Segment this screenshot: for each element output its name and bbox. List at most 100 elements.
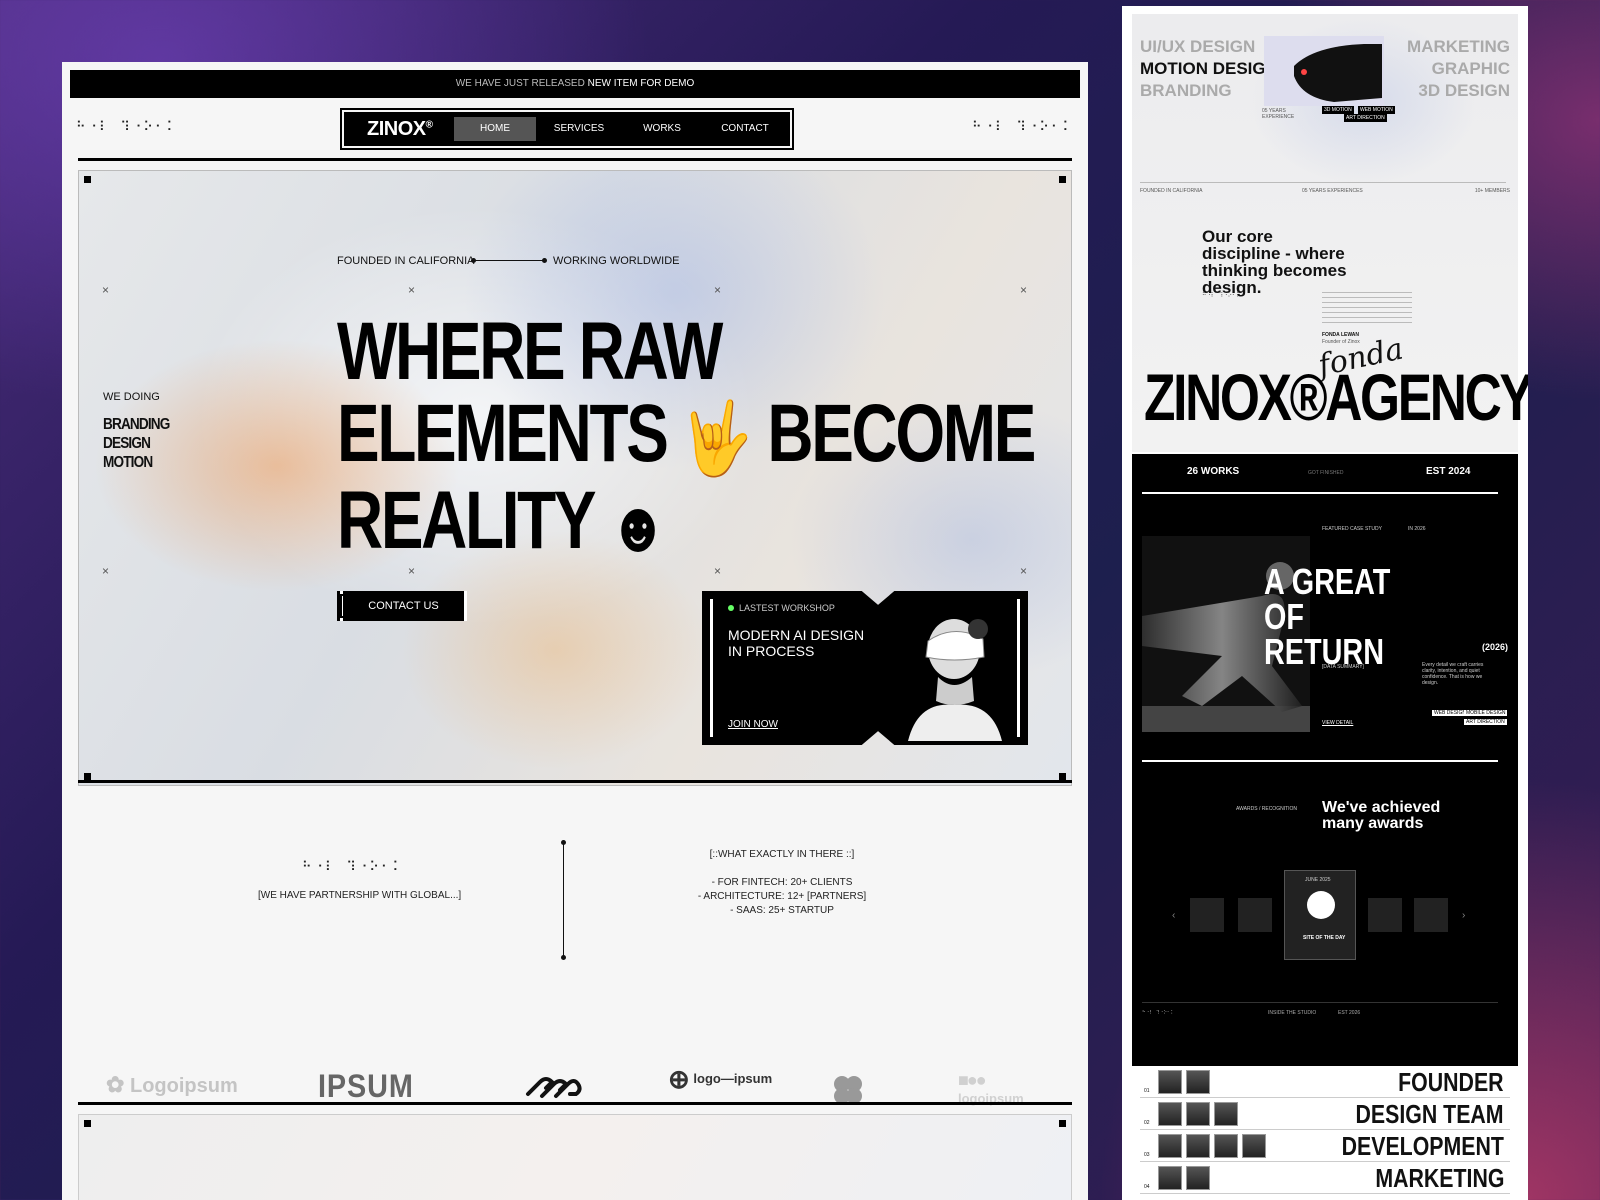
team-member-avatar[interactable] (1214, 1102, 1238, 1126)
announcement-link[interactable]: NEW ITEM FOR DEMO (588, 78, 695, 89)
top-navigation: ZINOX® HOME SERVICES WORKS CONTACT (340, 108, 794, 150)
partner-logo-3: ⊕ logo—ipsum (668, 1064, 773, 1095)
squares-icon: ■●● (958, 1070, 987, 1090)
we-doing-list: BRANDING DESIGN MOTION (103, 415, 170, 472)
nav-services[interactable]: SERVICES (544, 117, 614, 141)
award-name: SITE OF THE DAY (1303, 935, 1346, 941)
chip-web-motion: WEB MOTION (1358, 106, 1395, 114)
next-section (78, 1114, 1072, 1200)
case-title: A GREAT OF RETURN (1264, 561, 1391, 672)
team-row[interactable]: 03 DEVELOPMENT (1140, 1130, 1510, 1162)
award-thumb[interactable] (1414, 898, 1448, 932)
team-row-label: DESIGN TEAM (1355, 1099, 1504, 1129)
corner-mark (84, 176, 91, 183)
team-member-avatar[interactable] (1158, 1166, 1182, 1190)
divider (78, 1102, 1072, 1105)
team-row-number: 03 (1144, 1152, 1150, 1158)
team-member-avatar[interactable] (1214, 1134, 1238, 1158)
team-member-avatar[interactable] (1186, 1134, 1210, 1158)
team-row-number: 01 (1144, 1088, 1150, 1094)
view-detail-link[interactable]: VIEW DETAIL (1322, 720, 1353, 726)
meta-members: 10+ MEMBERS (1474, 188, 1510, 194)
founded-label: FOUNDED IN CALIFORNIA (337, 255, 475, 267)
braille-code: ⠓⠐⠇ ⠹⠐⠕⠂⠅ (1142, 1010, 1175, 1016)
award-date: JUNE 2025 (1305, 877, 1331, 883)
what-exactly-block: [::WHAT EXACTLY IN THERE ::] - FOR FINTE… (662, 848, 902, 918)
carousel-next-icon[interactable]: › (1462, 910, 1465, 921)
chip-3d-motion: 3D MOTION (1322, 106, 1354, 114)
team-member-avatar[interactable] (1186, 1070, 1210, 1094)
headline-line-3: REALITY (337, 475, 595, 567)
nav-contact[interactable]: CONTACT (709, 117, 781, 141)
connector-line (471, 258, 547, 263)
divider (78, 780, 1072, 783)
workshop-card[interactable]: LASTEST WORKSHOP MODERN AI DESIGN IN PRO… (702, 591, 1028, 745)
carousel-prev-icon[interactable]: ‹ (1172, 910, 1175, 921)
award-thumb[interactable] (1190, 898, 1224, 932)
divider (1142, 1002, 1498, 1003)
team-member-avatar[interactable] (1158, 1102, 1182, 1126)
partnership-text: [WE HAVE PARTNERSHIP WITH GLOBAL...] (258, 890, 462, 901)
corner-mark (1059, 176, 1066, 183)
skill-3d: 3D DESIGN (1418, 81, 1510, 100)
divider (1142, 492, 1498, 494)
skill-marketing: MARKETING (1407, 37, 1510, 56)
works-count: 26 WORKS (1187, 466, 1240, 477)
award-card-active[interactable]: JUNE 2025 SITE OF THE DAY (1284, 870, 1356, 960)
smiley-icon: ☻ (608, 486, 668, 567)
cross-mark: × (102, 283, 110, 297)
team-member-avatar[interactable] (1158, 1070, 1182, 1094)
team-member-avatar[interactable] (1186, 1166, 1210, 1190)
announcement-bar[interactable]: WE HAVE JUST RELEASED NEW ITEM FOR DEMO (70, 70, 1080, 98)
meta-years: 05 YEARS EXPERIENCES (1302, 188, 1363, 194)
team-row[interactable]: 02 DESIGN TEAM (1140, 1098, 1510, 1130)
core-discipline-text: Our core discipline - where thinking bec… (1202, 227, 1347, 297)
corner-mark (84, 773, 91, 780)
award-thumb[interactable] (1368, 898, 1402, 932)
body-text-placeholder (1322, 292, 1412, 326)
skill-branding: BRANDING (1140, 81, 1232, 100)
award-thumb[interactable] (1238, 898, 1272, 932)
agency-wordmark: ZINOX®AGENCY (1144, 360, 1528, 434)
years-label: 05 YEARS EXPERIENCE (1262, 108, 1295, 120)
stat-saas: - SAAS: 25+ STARTUP (730, 905, 834, 916)
vertical-divider (561, 840, 566, 960)
camera-device-image (1264, 36, 1384, 106)
awards-tag: AWARDS / RECOGNITION (1236, 806, 1298, 812)
team-member-avatar[interactable] (1158, 1134, 1182, 1158)
contact-us-button[interactable]: CONTACT US (337, 591, 467, 621)
team-section-preview: 01 FOUNDER 02 DESIGN TEAM 03 DEVELOPMENT 04 MAR… (1140, 1066, 1510, 1200)
divider (78, 158, 1072, 161)
meta-founded: FOUNDED IN CALIFORNIA (1140, 188, 1203, 194)
skill-uiux: UI/UX DESIGN (1140, 37, 1256, 56)
team-member-avatar[interactable] (1186, 1102, 1210, 1126)
brand-logo[interactable]: ZINOX® (367, 118, 433, 141)
cross-mark: × (408, 283, 416, 297)
headline-line-2b: BECOME (767, 388, 1036, 479)
landing-page: WE HAVE JUST RELEASED NEW ITEM FOR DEMO … (62, 62, 1088, 1200)
case-summary-label: [DATA SUMMARY] (1322, 664, 1364, 670)
nav-home[interactable]: HOME (454, 117, 536, 141)
team-row-number: 04 (1144, 1184, 1150, 1190)
team-row-label: DEVELOPMENT (1341, 1131, 1504, 1161)
cross-mark: × (714, 283, 722, 297)
partner-logo-4: ■●● logoipsum (958, 1070, 1024, 1106)
team-row[interactable]: 01 FOUNDER (1140, 1066, 1510, 1098)
skill-motion: MOTION DESIGN (1140, 59, 1278, 78)
we-doing-label: WE DOING (103, 391, 160, 403)
partner-logo-2: IPSUM (318, 1068, 414, 1104)
team-member-avatar[interactable] (1242, 1134, 1266, 1158)
cross-mark: × (102, 564, 110, 578)
service-motion: MOTION (103, 454, 153, 471)
team-row[interactable]: 04 MARKETING (1140, 1162, 1510, 1194)
service-branding: BRANDING (103, 416, 170, 433)
founder-name: FONDA LEWAN (1322, 332, 1360, 338)
est-label: EST 2024 (1426, 466, 1471, 477)
join-now-link[interactable]: JOIN NOW (728, 719, 778, 730)
est-2026-label: EST 2026 (1338, 1010, 1361, 1016)
skill-graphic: GRAPHIC (1431, 59, 1510, 78)
nav-works[interactable]: WORKS (627, 117, 697, 141)
corner-mark (84, 1120, 91, 1127)
tag-art-direction: ART DIRECTION (1464, 719, 1507, 725)
team-row-number: 02 (1144, 1120, 1150, 1126)
